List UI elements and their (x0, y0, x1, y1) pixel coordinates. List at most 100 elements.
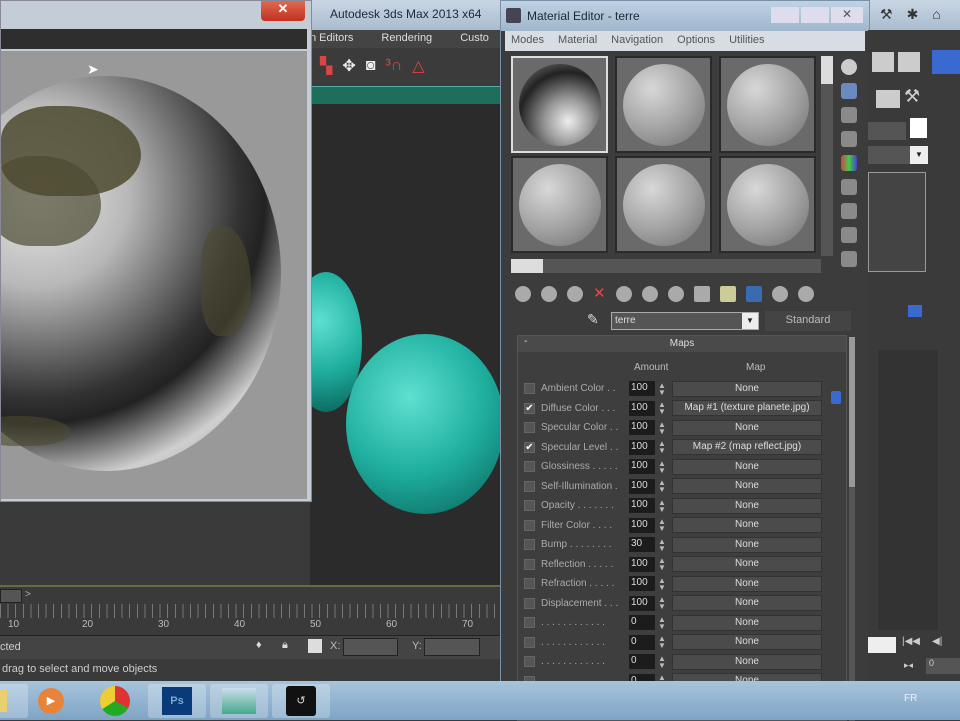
amount-spinner-icon[interactable]: ▲▼ (658, 654, 666, 669)
map-slot-button[interactable]: None (672, 556, 822, 572)
x-coord-field[interactable] (343, 638, 398, 656)
viewport[interactable] (290, 104, 504, 586)
slots-vertical-scrollbar[interactable] (821, 56, 833, 256)
get-material-icon[interactable] (515, 286, 531, 302)
maps-rollout-header[interactable]: - Maps (518, 336, 846, 352)
map-slot-button[interactable]: None (672, 380, 822, 397)
show-end-result-icon[interactable] (745, 286, 762, 302)
make-unique-icon[interactable] (641, 286, 658, 302)
menu-rendering[interactable]: Rendering (381, 32, 432, 46)
sample-slot[interactable] (719, 156, 816, 253)
sample-slot[interactable] (615, 156, 712, 253)
mirror-icon[interactable]: ▚ (320, 56, 332, 76)
map-slot-button[interactable]: None (672, 478, 822, 494)
angle-snap-icon[interactable]: △ (412, 56, 424, 76)
map-amount-field[interactable]: 0 (629, 634, 655, 650)
video-color-check-icon[interactable] (841, 155, 857, 171)
menu-material[interactable]: Material (558, 34, 597, 48)
map-enable-checkbox[interactable] (524, 558, 535, 570)
taskbar-photoshop[interactable]: Ps (148, 684, 206, 718)
map-amount-field[interactable]: 100 (629, 420, 655, 435)
key-mode-icon[interactable]: ▸◂ (904, 660, 913, 671)
maps-scrollbar[interactable] (849, 337, 855, 721)
map-slot-button[interactable]: None (672, 497, 822, 514)
map-amount-field[interactable]: 30 (629, 537, 655, 552)
frame-field[interactable]: 0 (926, 658, 960, 674)
close-button[interactable]: ✕ (261, 1, 305, 21)
assign-to-selection-icon[interactable] (567, 286, 583, 302)
isolate-icon[interactable]: ♦ (256, 639, 262, 651)
amount-spinner-icon[interactable]: ▲▼ (658, 459, 666, 474)
sample-slot[interactable] (719, 56, 816, 153)
map-slot-button[interactable]: Map #1 (texture planete.jpg) (672, 400, 822, 416)
map-enable-checkbox[interactable]: ✔ (524, 402, 535, 414)
background-icon[interactable] (841, 107, 857, 123)
map-enable-checkbox[interactable]: ✔ (524, 441, 535, 453)
teal-sphere[interactable] (346, 334, 504, 514)
amount-spinner-icon[interactable]: ▲▼ (658, 576, 666, 591)
map-slot-button[interactable]: None (672, 517, 822, 533)
map-slot-button[interactable]: Map #2 (map reflect.jpg) (672, 439, 822, 455)
amount-spinner-icon[interactable]: ▲▼ (658, 557, 666, 572)
map-amount-field[interactable]: 100 (629, 517, 655, 533)
go-to-parent-icon[interactable] (771, 286, 788, 302)
material-navigator-icon[interactable] (841, 251, 857, 267)
map-enable-checkbox[interactable] (524, 656, 535, 667)
reset-map-icon[interactable]: ✕ (593, 286, 606, 302)
copy-material-icon[interactable] (615, 286, 632, 302)
map-slot-button[interactable]: None (672, 614, 822, 631)
amount-spinner-icon[interactable]: ▲▼ (658, 518, 666, 533)
map-slot-button[interactable]: None (672, 595, 822, 611)
uv-tiling-icon[interactable] (841, 131, 857, 147)
menu-customize[interactable]: Custo (460, 32, 489, 46)
modifier-stack[interactable] (868, 172, 926, 272)
next-frame-icon[interactable]: > (25, 589, 31, 600)
sample-slot[interactable] (511, 156, 608, 253)
map-amount-field[interactable]: 100 (629, 459, 655, 474)
amount-spinner-icon[interactable]: ▲▼ (658, 635, 666, 650)
menu-editors[interactable]: n Editors (310, 32, 353, 46)
map-amount-field[interactable]: 100 (629, 381, 655, 396)
modify-tab-icon[interactable] (898, 52, 920, 72)
create-tab-icon[interactable] (872, 52, 894, 72)
menu-navigation[interactable]: Navigation (611, 34, 663, 48)
map-enable-checkbox[interactable] (524, 597, 535, 609)
render-frame-icon[interactable]: ◙ (366, 57, 376, 75)
map-slot-button[interactable]: None (672, 634, 822, 650)
slots-horizontal-scrollbar[interactable] (511, 259, 821, 273)
map-amount-field[interactable]: 100 (629, 576, 655, 591)
material-name-field[interactable]: terre ▼ (611, 312, 759, 330)
select-by-material-icon[interactable] (841, 227, 857, 243)
menu-modes[interactable]: Modes (511, 34, 544, 48)
map-slot-button[interactable]: None (672, 419, 822, 436)
lock-icon[interactable]: 🔒︎ (282, 639, 288, 652)
taskbar-media-player[interactable]: ▶ (22, 684, 80, 718)
object-color-swatch[interactable] (910, 118, 927, 138)
material-id-channel-icon[interactable] (693, 286, 710, 302)
map-enable-checkbox[interactable] (524, 383, 535, 394)
map-enable-checkbox[interactable] (524, 636, 535, 648)
amount-spinner-icon[interactable]: ▲▼ (658, 479, 666, 494)
object-name-field[interactable] (868, 122, 906, 140)
map-slot-button[interactable]: None (672, 536, 822, 553)
amount-spinner-icon[interactable]: ▲▼ (658, 537, 666, 552)
y-coord-field[interactable] (424, 638, 480, 656)
sample-type-icon[interactable] (841, 59, 857, 75)
modifier-list-dropdown[interactable]: ▼ (868, 146, 928, 164)
map-enable-checkbox[interactable] (524, 539, 535, 550)
time-slider[interactable] (0, 589, 22, 603)
map-enable-checkbox[interactable] (524, 500, 535, 511)
go-forward-sibling-icon[interactable] (797, 286, 814, 302)
map-amount-field[interactable]: 100 (629, 478, 655, 494)
map-slot-button[interactable]: None (672, 458, 822, 475)
map-amount-field[interactable]: 100 (629, 400, 655, 416)
close-button[interactable]: ✕ (831, 7, 863, 23)
map-enable-checkbox[interactable] (524, 422, 535, 433)
map-amount-field[interactable]: 100 (629, 439, 655, 455)
map-enable-checkbox[interactable] (524, 617, 535, 628)
eyedropper-icon[interactable]: ✎ (587, 311, 599, 328)
key-filter-dropdown[interactable] (868, 637, 896, 653)
map-enable-checkbox[interactable] (524, 578, 535, 589)
amount-spinner-icon[interactable]: ▲▼ (658, 498, 666, 513)
display-tab-icon[interactable] (876, 90, 900, 108)
